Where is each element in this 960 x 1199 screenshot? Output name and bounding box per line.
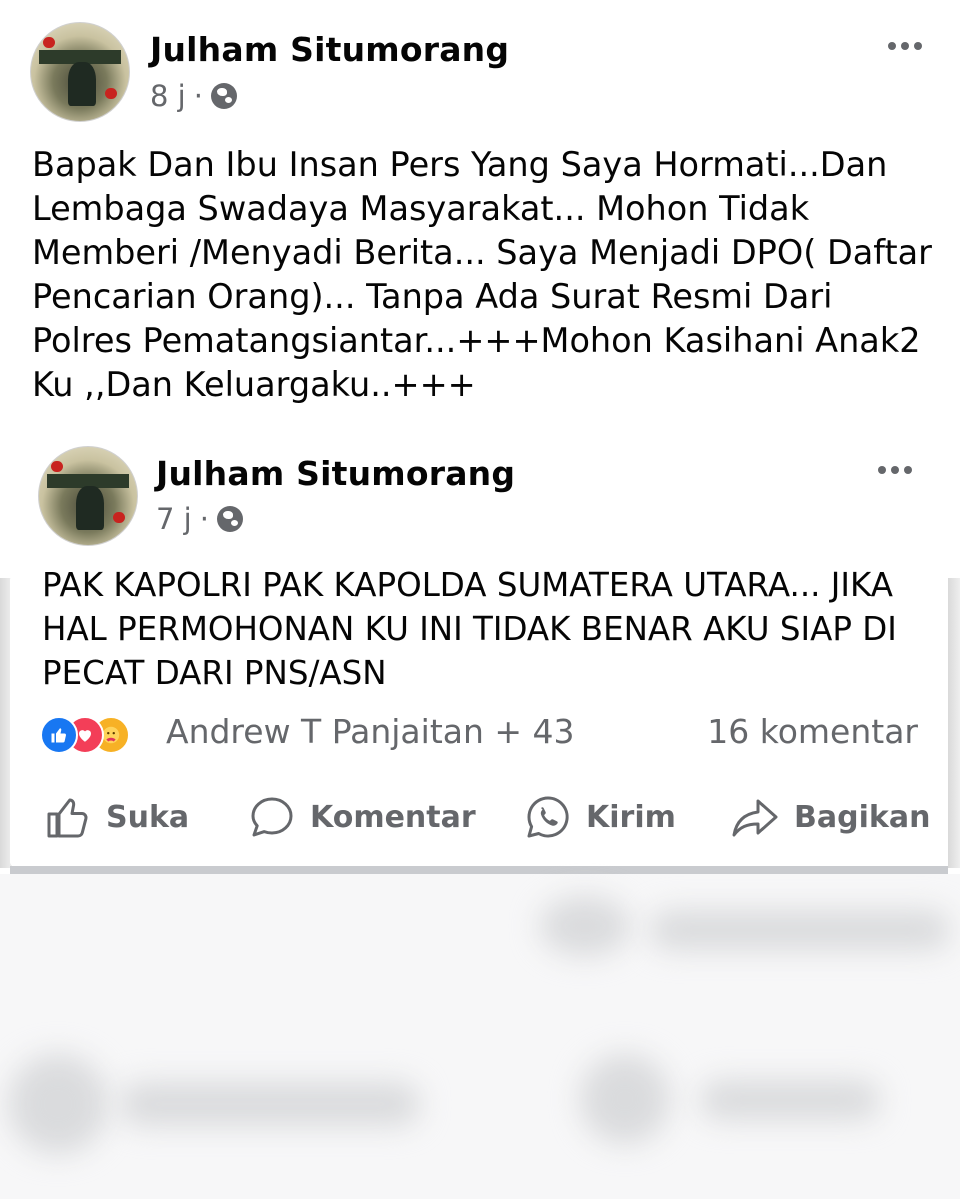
shared-author-name[interactable]: Julham Situmorang bbox=[156, 454, 515, 493]
whatsapp-icon bbox=[527, 796, 569, 838]
blurred-placeholder bbox=[580, 1054, 670, 1144]
comment-button[interactable]: Komentar bbox=[248, 792, 476, 842]
thumbs-up-icon bbox=[47, 798, 88, 838]
reactions-summary[interactable] bbox=[40, 716, 160, 754]
meta-separator: · bbox=[193, 79, 203, 113]
post-text: Bapak Dan Ibu Insan Pers Yang Saya Horma… bbox=[32, 145, 932, 404]
reactors-label[interactable]: Andrew T Panjaitan + 43 bbox=[166, 712, 575, 751]
send-button[interactable]: Kirim bbox=[524, 792, 676, 842]
right-edge-shadow bbox=[948, 578, 960, 868]
share-button[interactable]: Bagikan bbox=[730, 792, 930, 842]
avatar-figure-graphic bbox=[68, 62, 96, 107]
more-options-icon[interactable] bbox=[878, 466, 912, 474]
more-options-icon[interactable] bbox=[888, 42, 922, 50]
avatar-flower-graphic bbox=[105, 87, 118, 100]
send-label: Kirim bbox=[586, 799, 676, 835]
comment-bubble-icon bbox=[251, 797, 293, 837]
globe-icon[interactable] bbox=[210, 83, 237, 109]
globe-icon[interactable] bbox=[216, 506, 243, 532]
blurred-placeholder bbox=[120, 1082, 420, 1126]
avatar-flower-graphic bbox=[50, 460, 63, 473]
like-reaction-icon bbox=[40, 716, 78, 754]
post-meta: 8 j · bbox=[150, 79, 237, 113]
author-name[interactable]: Julham Situmorang bbox=[150, 30, 509, 69]
comment-count[interactable]: 16 komentar bbox=[707, 712, 918, 751]
like-label: Suka bbox=[106, 799, 190, 835]
avatar-flower-graphic bbox=[42, 36, 55, 49]
author-avatar[interactable] bbox=[30, 22, 130, 122]
like-button[interactable]: Suka bbox=[44, 792, 189, 842]
post-divider bbox=[10, 866, 948, 874]
blurred-placeholder bbox=[700, 1080, 880, 1120]
post-time[interactable]: 8 j bbox=[150, 79, 186, 113]
blurred-next-post bbox=[0, 874, 960, 1199]
comment-label: Komentar bbox=[310, 799, 476, 835]
shared-post-text: PAK KAPOLRI PAK KAPOLDA SUMATERA UTARA..… bbox=[42, 566, 897, 692]
share-label: Bagikan bbox=[794, 799, 931, 835]
blurred-placeholder bbox=[540, 896, 630, 956]
shared-author-avatar[interactable] bbox=[38, 446, 138, 546]
shared-post-meta: 7 j · bbox=[156, 502, 243, 536]
avatar-flower-graphic bbox=[113, 511, 126, 524]
shared-post-time[interactable]: 7 j bbox=[156, 502, 192, 536]
meta-separator: · bbox=[199, 502, 209, 536]
avatar-figure-graphic bbox=[76, 486, 104, 531]
blurred-placeholder bbox=[8, 1054, 108, 1154]
share-arrow-icon bbox=[732, 799, 778, 837]
blurred-placeholder bbox=[650, 910, 950, 950]
